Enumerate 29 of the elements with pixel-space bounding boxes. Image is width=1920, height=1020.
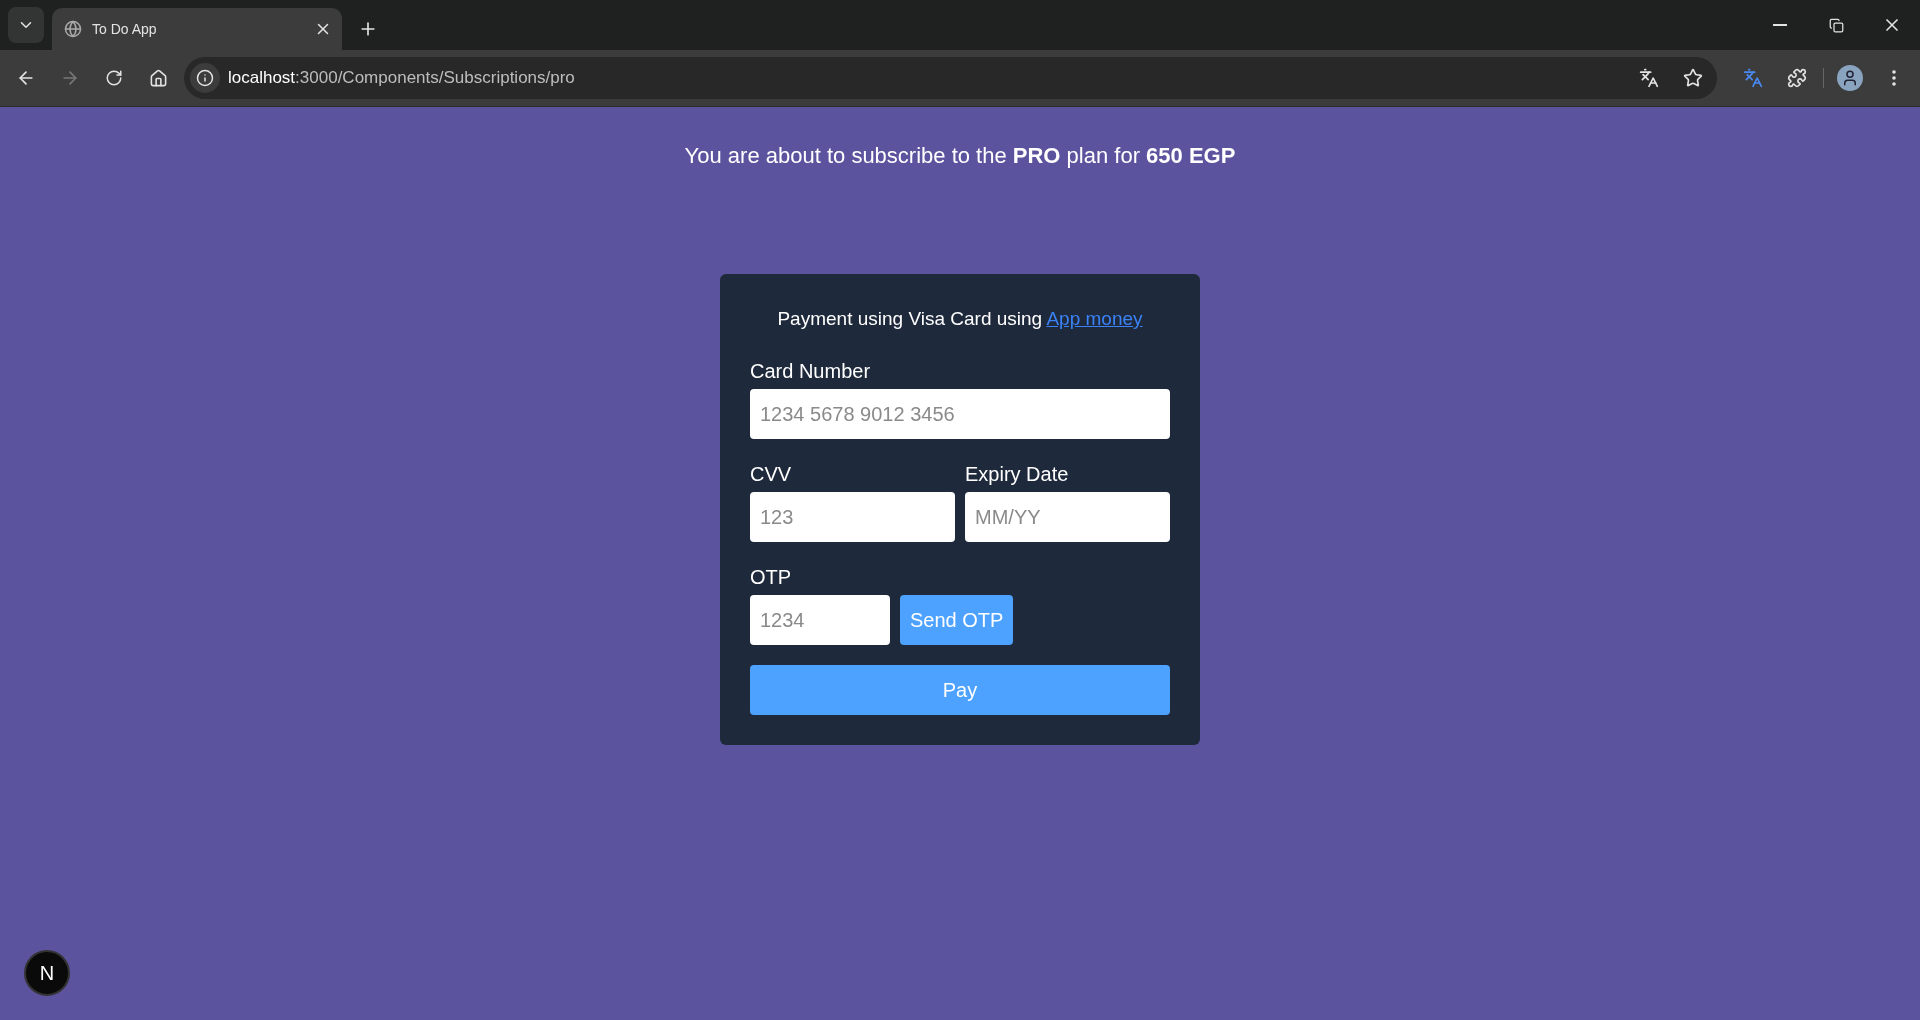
- tab-search-button[interactable]: [8, 7, 44, 43]
- avatar-icon: [1837, 65, 1863, 91]
- dev-tools-button[interactable]: N: [24, 950, 70, 996]
- globe-icon: [64, 20, 82, 38]
- otp-field[interactable]: 1234: [750, 595, 890, 645]
- restore-icon: [1828, 17, 1844, 33]
- url-text: localhost:3000/Components/Subscriptions/pro: [228, 68, 575, 88]
- minimize-icon: [1773, 24, 1787, 26]
- card-title: Payment using Visa Card using App money: [776, 308, 1144, 330]
- puzzle-icon: [1787, 68, 1807, 88]
- expiry-field[interactable]: MM/YY: [965, 492, 1170, 542]
- browser-tab[interactable]: To Do App: [52, 8, 342, 50]
- address-bar[interactable]: localhost:3000/Components/Subscriptions/pro: [184, 57, 1717, 99]
- field-label: Expiry Date: [965, 463, 1070, 486]
- app-money-link[interactable]: App money: [1046, 308, 1143, 329]
- reload-icon: [105, 69, 123, 87]
- field-label: CVV: [750, 463, 793, 486]
- star-icon: [1683, 68, 1703, 88]
- menu-icon: [1892, 70, 1896, 86]
- field-label: Card Number: [750, 360, 872, 383]
- cvv-field[interactable]: 123: [750, 492, 955, 542]
- home-icon: [148, 68, 168, 88]
- translate-icon: [1743, 68, 1763, 88]
- field-label: OTP: [750, 566, 793, 589]
- card-number-field[interactable]: 1234 5678 9012 3456: [750, 389, 1170, 439]
- info-icon[interactable]: [190, 63, 220, 93]
- translate-icon: [1639, 68, 1659, 88]
- tab-title: To Do App: [92, 21, 158, 37]
- headline: You are about to subscribe to the PRO plan for 650 EGP: [684, 143, 1236, 169]
